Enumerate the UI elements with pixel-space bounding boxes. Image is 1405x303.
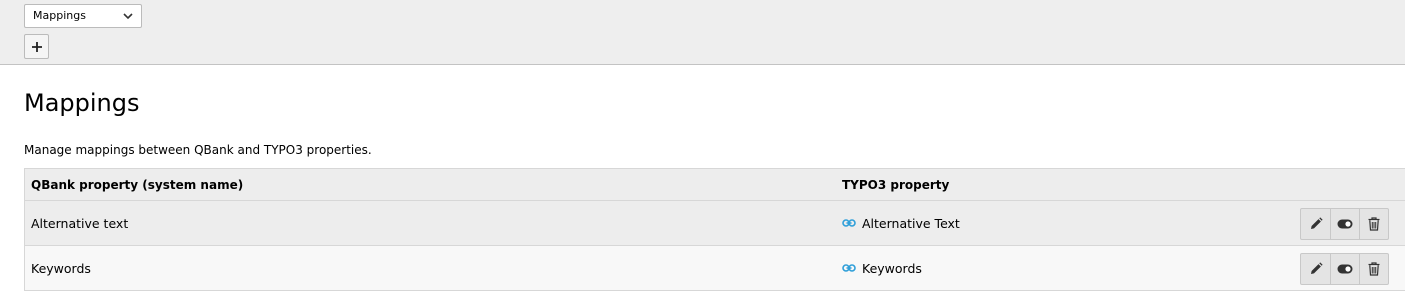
table-row: Keywords Keywords — [25, 246, 1405, 291]
chevron-down-icon — [123, 13, 133, 20]
link-icon — [842, 263, 856, 273]
mappings-table: QBank property (system name) TYPO3 prope… — [24, 168, 1405, 291]
table-header: QBank property (system name) TYPO3 prope… — [25, 169, 1405, 201]
typo3-property-cell: Alternative Text — [842, 201, 960, 245]
add-button[interactable] — [24, 34, 49, 59]
toggle-button[interactable] — [1330, 209, 1359, 239]
toggle-button[interactable] — [1330, 254, 1359, 284]
typo3-property-cell: Keywords — [842, 246, 922, 290]
column-header-typo3-property: TYPO3 property — [842, 177, 950, 192]
link-icon — [842, 218, 856, 228]
module-select-value: Mappings — [33, 9, 86, 22]
toggle-icon — [1337, 264, 1353, 274]
trash-icon — [1368, 217, 1380, 231]
trash-icon — [1368, 262, 1380, 276]
edit-button[interactable] — [1301, 254, 1330, 284]
plus-icon — [32, 42, 42, 52]
pencil-icon — [1310, 217, 1323, 229]
typo3-property-label: Keywords — [862, 260, 922, 276]
pencil-icon — [1310, 262, 1323, 274]
column-header-qbank-property: QBank property (system name) — [31, 177, 244, 192]
qbank-property-cell: Alternative text — [31, 215, 129, 231]
table-row: Alternative text Alternative Text — [25, 201, 1405, 246]
delete-button[interactable] — [1359, 254, 1388, 284]
delete-button[interactable] — [1359, 209, 1388, 239]
qbank-property-cell: Keywords — [31, 260, 91, 276]
typo3-property-label: Alternative Text — [862, 215, 960, 231]
row-actions — [1300, 253, 1389, 285]
module-select[interactable]: Mappings — [24, 4, 142, 28]
toggle-icon — [1337, 219, 1353, 229]
page-description: Manage mappings between QBank and TYPO3 … — [24, 143, 372, 157]
edit-button[interactable] — [1301, 209, 1330, 239]
row-actions — [1300, 208, 1389, 240]
page-title: Mappings — [24, 89, 140, 117]
doc-header: Mappings — [0, 0, 1405, 65]
